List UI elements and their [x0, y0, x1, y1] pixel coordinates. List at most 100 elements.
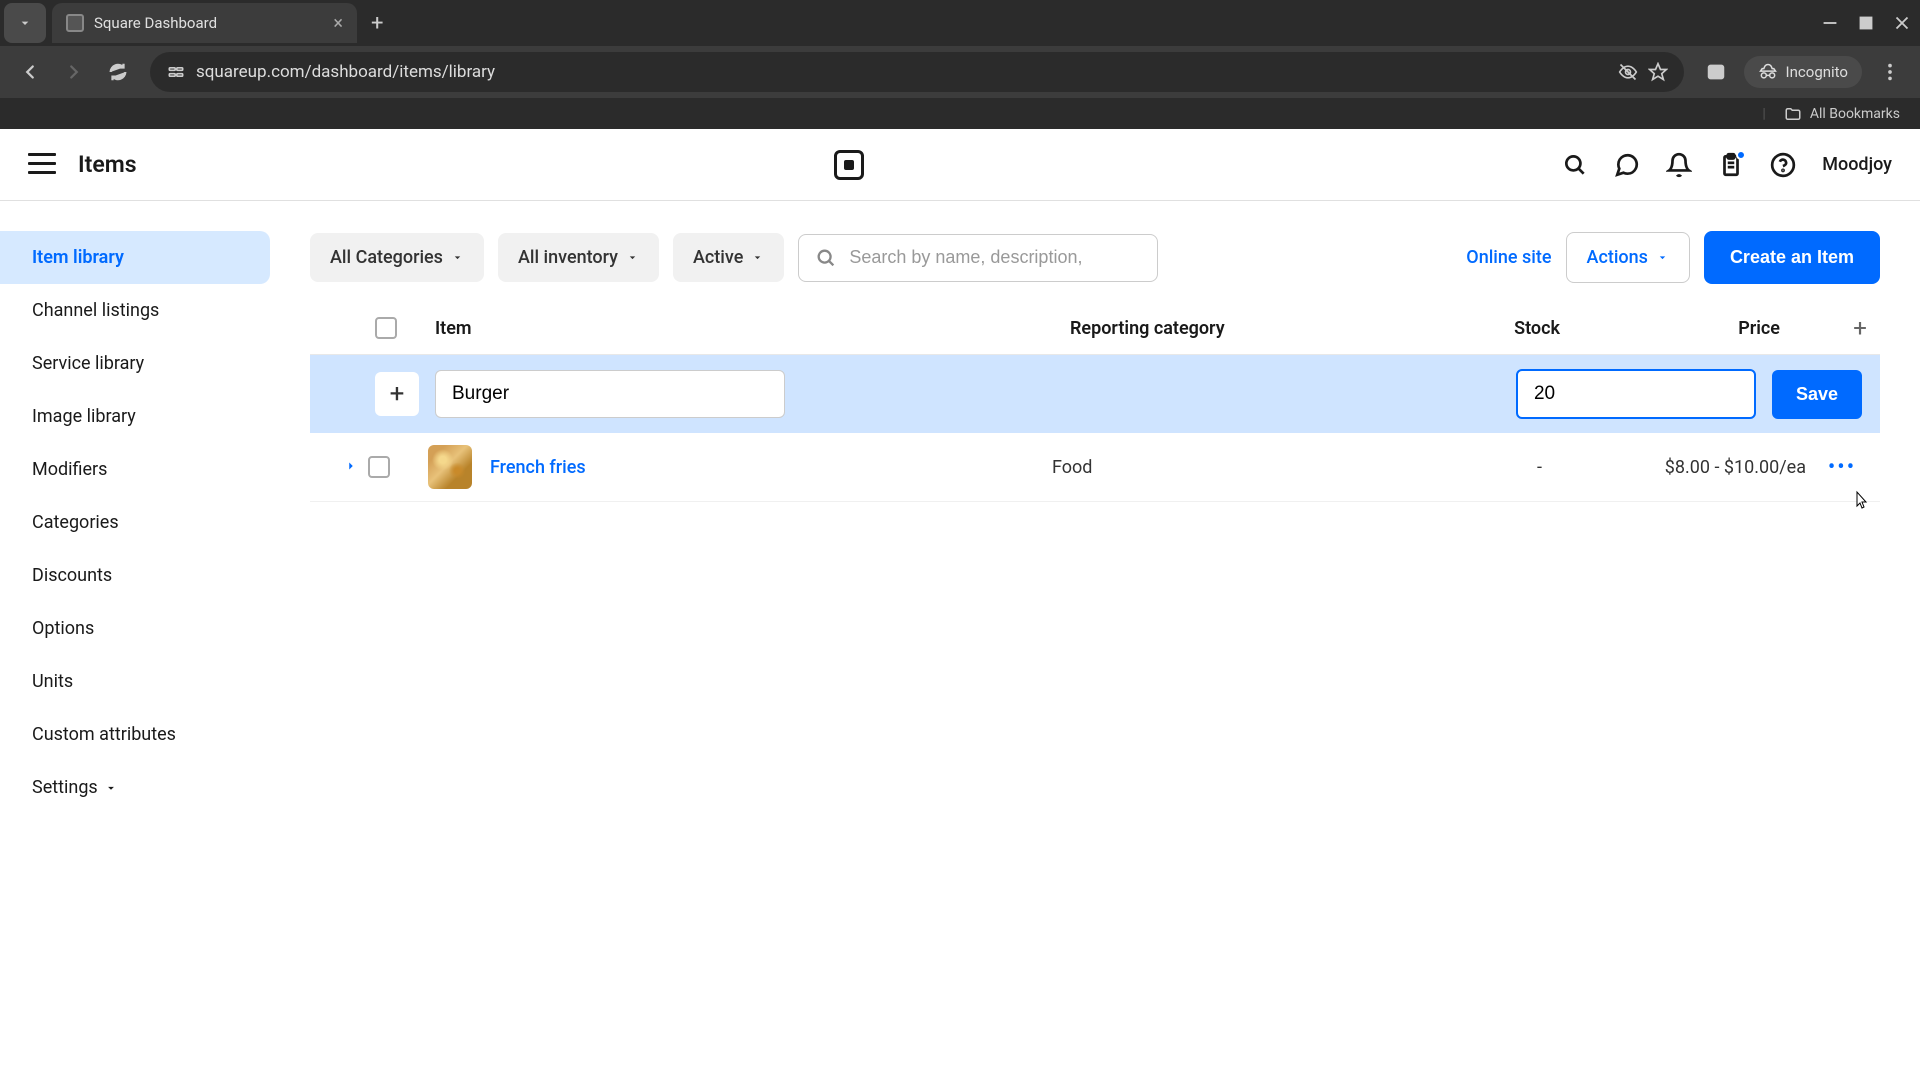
- row-checkbox[interactable]: [368, 456, 390, 478]
- sidebar-item-label: Service library: [32, 353, 144, 374]
- row-more-button[interactable]: •••: [1822, 455, 1862, 480]
- select-all-checkbox[interactable]: [375, 317, 397, 339]
- search-icon: [815, 247, 837, 269]
- online-site-link[interactable]: Online site: [1466, 247, 1551, 268]
- sidebar-item-units[interactable]: Units: [0, 655, 280, 708]
- filter-categories[interactable]: All Categories: [310, 233, 484, 282]
- create-item-button[interactable]: Create an Item: [1704, 231, 1880, 284]
- item-category: Food: [1052, 457, 1412, 478]
- bookmarks-bar: | All Bookmarks: [0, 98, 1920, 129]
- sidebar-item-categories[interactable]: Categories: [0, 496, 280, 549]
- column-stock: Stock: [1430, 318, 1580, 339]
- table-row[interactable]: French fries Food - $8.00 - $10.00/ea ••…: [310, 433, 1880, 502]
- sidebar-item-service-library[interactable]: Service library: [0, 337, 280, 390]
- browser-chrome: Square Dashboard × + squareup.com/dashbo…: [0, 0, 1920, 129]
- user-name[interactable]: Moodjoy: [1822, 154, 1892, 175]
- browser-tab[interactable]: Square Dashboard ×: [52, 3, 357, 43]
- table-header: Item Reporting category Stock Price +: [310, 302, 1880, 355]
- hamburger-menu-button[interactable]: [28, 153, 56, 177]
- tab-bar: Square Dashboard × +: [0, 0, 1920, 46]
- square-logo-icon[interactable]: [834, 150, 864, 180]
- expand-row-button[interactable]: [334, 457, 368, 478]
- search-input[interactable]: [849, 247, 1141, 268]
- filter-inventory[interactable]: All inventory: [498, 233, 659, 282]
- column-item: Item: [435, 318, 1070, 339]
- eye-off-icon[interactable]: [1618, 62, 1638, 82]
- chevron-down-icon: [451, 251, 464, 264]
- sidebar-item-settings[interactable]: Settings: [0, 761, 280, 814]
- sidebar-item-image-library[interactable]: Image library: [0, 390, 280, 443]
- sidebar-item-label: Channel listings: [32, 300, 159, 321]
- close-tab-icon[interactable]: ×: [333, 13, 343, 34]
- item-thumbnail: [428, 445, 472, 489]
- reload-button[interactable]: [100, 54, 136, 90]
- clipboard-icon[interactable]: [1718, 152, 1744, 178]
- sidebar-item-label: Discounts: [32, 565, 112, 586]
- tab-title: Square Dashboard: [94, 14, 323, 32]
- incognito-label: Incognito: [1786, 63, 1848, 81]
- sidebar-item-label: Settings: [32, 777, 98, 798]
- page-title: Items: [78, 151, 137, 178]
- sidebar-item-modifiers[interactable]: Modifiers: [0, 443, 280, 496]
- site-controls-icon[interactable]: [166, 62, 186, 82]
- item-price-input[interactable]: [1516, 369, 1756, 419]
- sidebar-item-label: Modifiers: [32, 459, 107, 480]
- sidebar-item-item-library[interactable]: Item library: [0, 231, 270, 284]
- chat-icon[interactable]: [1614, 152, 1640, 178]
- filter-label: All inventory: [518, 247, 618, 268]
- all-bookmarks-link[interactable]: All Bookmarks: [1810, 106, 1900, 122]
- notification-dot-icon: [1736, 150, 1746, 160]
- chevron-down-icon: [1656, 251, 1669, 264]
- sidebar: Item library Channel listings Service li…: [0, 201, 280, 1080]
- chevron-down-icon: [17, 15, 33, 31]
- add-image-button[interactable]: +: [375, 372, 419, 416]
- back-button[interactable]: [12, 54, 48, 90]
- sidebar-item-channel-listings[interactable]: Channel listings: [0, 284, 280, 337]
- sidebar-item-label: Item library: [32, 247, 124, 268]
- sidebar-item-discounts[interactable]: Discounts: [0, 549, 280, 602]
- actions-dropdown[interactable]: Actions: [1566, 232, 1690, 283]
- item-name-input[interactable]: [435, 370, 785, 418]
- search-icon[interactable]: [1562, 152, 1588, 178]
- toolbar: All Categories All inventory Active Onli…: [310, 231, 1880, 284]
- favicon-icon: [66, 14, 84, 32]
- inline-edit-row: + Save: [310, 355, 1880, 433]
- side-panel-button[interactable]: [1698, 54, 1734, 90]
- item-stock: -: [1412, 457, 1562, 478]
- actions-label: Actions: [1587, 247, 1648, 268]
- incognito-badge[interactable]: Incognito: [1744, 56, 1862, 88]
- window-close-button[interactable]: [1884, 5, 1920, 41]
- content-area: All Categories All inventory Active Onli…: [280, 201, 1920, 1080]
- filter-label: Active: [693, 247, 743, 268]
- save-button[interactable]: Save: [1772, 370, 1862, 419]
- incognito-icon: [1758, 62, 1778, 82]
- url-bar[interactable]: squareup.com/dashboard/items/library: [150, 52, 1684, 92]
- sidebar-item-label: Categories: [32, 512, 119, 533]
- url-text: squareup.com/dashboard/items/library: [196, 62, 1608, 82]
- chevron-down-icon: [751, 251, 764, 264]
- filter-status[interactable]: Active: [673, 233, 784, 282]
- add-column-button[interactable]: +: [1840, 314, 1880, 342]
- window-minimize-button[interactable]: [1812, 5, 1848, 41]
- item-price: $8.00 - $10.00/ea: [1562, 457, 1822, 478]
- sidebar-item-options[interactable]: Options: [0, 602, 280, 655]
- sidebar-item-custom-attributes[interactable]: Custom attributes: [0, 708, 280, 761]
- search-box[interactable]: [798, 234, 1158, 282]
- help-icon[interactable]: [1770, 152, 1796, 178]
- chevron-down-icon: [626, 251, 639, 264]
- star-icon[interactable]: [1648, 62, 1668, 82]
- item-name-link[interactable]: French fries: [490, 457, 1052, 478]
- tab-search-dropdown[interactable]: [4, 3, 46, 43]
- sidebar-item-label: Image library: [32, 406, 136, 427]
- sidebar-item-label: Custom attributes: [32, 724, 176, 745]
- bell-icon[interactable]: [1666, 152, 1692, 178]
- app-header: Items Moodjoy: [0, 129, 1920, 201]
- column-price: Price: [1580, 318, 1840, 339]
- sidebar-item-label: Units: [32, 671, 73, 692]
- chevron-down-icon: [104, 781, 118, 795]
- browser-menu-button[interactable]: [1872, 54, 1908, 90]
- forward-button[interactable]: [56, 54, 92, 90]
- new-tab-button[interactable]: +: [371, 11, 383, 36]
- window-maximize-button[interactable]: [1848, 5, 1884, 41]
- folder-icon: [1784, 105, 1802, 123]
